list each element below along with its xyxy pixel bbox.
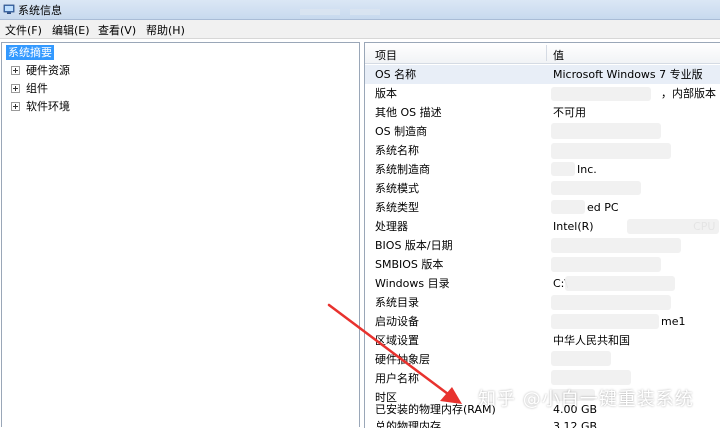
row-item: 其他 OS 描述 [375, 106, 442, 119]
row-item: 系统制造商 [375, 163, 430, 176]
row-value: 3.12 GB [553, 420, 598, 428]
row-value: 中华人民共和国 [553, 334, 630, 347]
table-row[interactable]: SMBIOS 版本 [365, 255, 720, 274]
row-value: ed PC [587, 201, 619, 214]
tree-item-hardware-resources[interactable]: 硬件资源 [11, 63, 70, 78]
redacted-area [551, 87, 651, 101]
menu-edit[interactable]: 编辑(E) [50, 22, 92, 38]
redacted-area [551, 314, 659, 329]
tree-item-components[interactable]: 组件 [11, 81, 48, 96]
expand-icon[interactable] [11, 83, 20, 93]
row-item: 系统目录 [375, 296, 419, 309]
row-item: 总的物理内存 [375, 420, 441, 428]
redacted-area [551, 162, 575, 176]
tree-item-label: 组件 [26, 82, 48, 95]
expand-icon[interactable] [11, 65, 20, 75]
system-info-icon [3, 4, 15, 14]
row-item: 硬件抽象层 [375, 353, 430, 366]
row-value: Microsoft Windows 7 专业版 [553, 68, 703, 81]
row-item: 用户名称 [375, 372, 419, 385]
column-header-value[interactable]: 值 [553, 47, 564, 63]
row-item: SMBIOS 版本 [375, 258, 444, 271]
row-item: 版本 [375, 87, 397, 100]
details-list[interactable]: 项目 值 OS 名称 Microsoft Windows 7 专业版 版本 ，内部版… [364, 42, 720, 428]
title-bar: 系统信息 [0, 0, 720, 20]
redacted-area [551, 257, 661, 272]
row-value: Inc. [577, 163, 597, 176]
row-item: OS 制造商 [375, 125, 428, 138]
table-row[interactable]: 版本 ，内部版本 [365, 84, 720, 103]
redacted-area [627, 219, 719, 234]
row-item: 启动设备 [375, 315, 419, 328]
table-row[interactable]: OS 制造商 [365, 122, 720, 141]
redacted-area [551, 370, 631, 385]
table-row[interactable]: 系统制造商 Inc. [365, 160, 720, 179]
row-item: 系统类型 [375, 201, 419, 214]
table-row[interactable]: 其他 OS 描述 不可用 [365, 103, 720, 122]
row-item: 系统模式 [375, 182, 419, 195]
row-value: ，内部版本 [661, 87, 716, 100]
row-item: Windows 目录 [375, 277, 450, 290]
table-row[interactable]: 区域设置 中华人民共和国 [365, 331, 720, 350]
menu-help[interactable]: 帮助(H) [144, 22, 187, 38]
table-row[interactable]: 启动设备 me1 [365, 312, 720, 331]
menu-bar: 文件(F) 编辑(E) 查看(V) 帮助(H) [0, 20, 720, 39]
row-item: BIOS 版本/日期 [375, 239, 453, 252]
tree-item-label: 硬件资源 [26, 64, 70, 77]
redacted-area [551, 200, 585, 214]
redacted-area [551, 123, 661, 139]
row-value: 不可用 [553, 106, 586, 119]
tree-item-system-summary[interactable]: 系统摘要 [6, 45, 54, 60]
redacted-area [300, 9, 340, 15]
table-row[interactable]: 系统模式 [365, 179, 720, 198]
table-row[interactable]: OS 名称 Microsoft Windows 7 专业版 [365, 65, 720, 84]
redacted-area [551, 295, 671, 310]
list-header: 项目 值 [365, 43, 720, 64]
redacted-area [565, 276, 675, 291]
menu-file[interactable]: 文件(F) [3, 22, 44, 38]
category-tree[interactable]: 系统摘要 硬件资源 组件 软件环境 [1, 42, 360, 427]
menu-view[interactable]: 查看(V) [96, 22, 138, 38]
column-header-item[interactable]: 项目 [375, 47, 397, 63]
redacted-area [551, 238, 681, 253]
window-title: 系统信息 [18, 4, 62, 17]
row-item: 区域设置 [375, 334, 419, 347]
row-item: 处理器 [375, 220, 408, 233]
redacted-area [551, 143, 671, 159]
tree-item-software-environment[interactable]: 软件环境 [11, 99, 70, 114]
watermark: 知乎 @小白一键重装系统 [478, 389, 694, 410]
redacted-area [551, 181, 641, 195]
column-divider[interactable] [546, 45, 547, 61]
redacted-area [551, 351, 611, 366]
row-item: 系统名称 [375, 144, 419, 157]
redacted-area [350, 9, 380, 15]
row-value: me1 [661, 315, 686, 328]
table-row[interactable]: 硬件抽象层 [365, 350, 720, 369]
table-row[interactable]: 总的物理内存 3.12 GB [365, 417, 720, 428]
tree-item-label: 软件环境 [26, 100, 70, 113]
row-item: OS 名称 [375, 68, 417, 81]
table-row[interactable]: 系统类型 ed PC [365, 198, 720, 217]
expand-icon[interactable] [11, 101, 20, 111]
